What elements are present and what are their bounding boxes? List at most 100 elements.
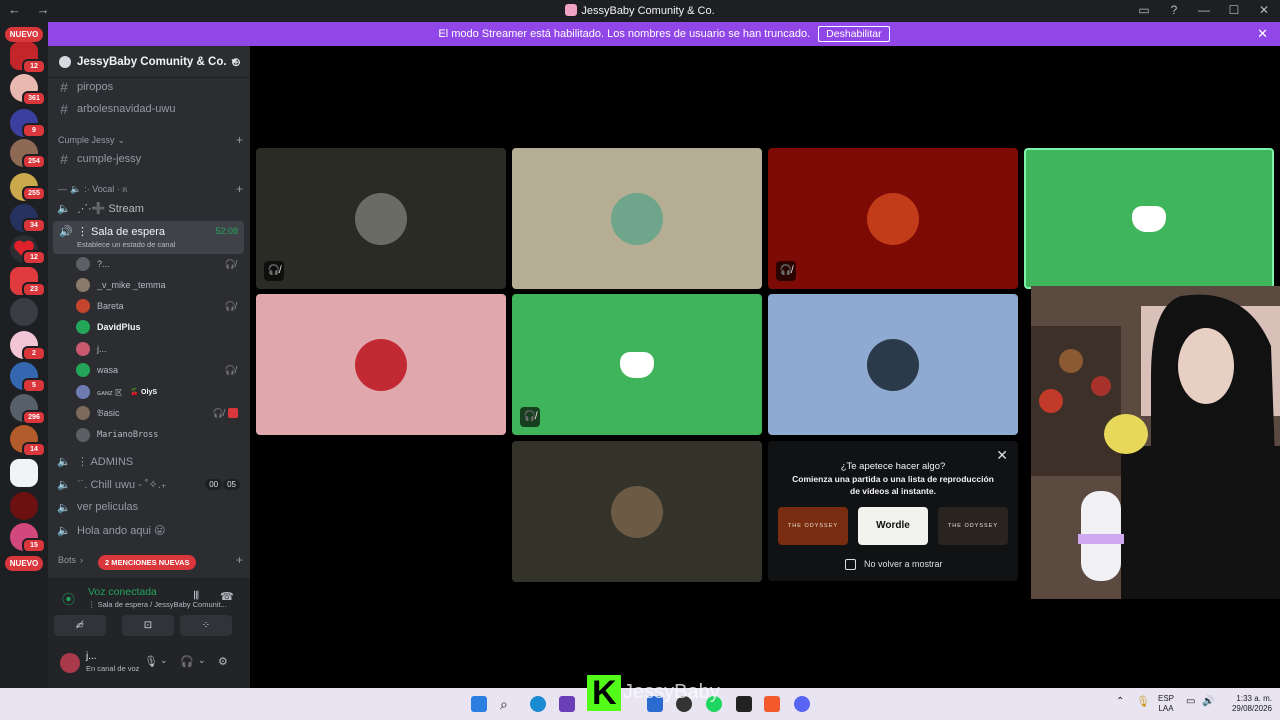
voice-member[interactable]: ɢᴀɴᴢ 区 🍒 OlyS	[76, 383, 240, 401]
participant-tile[interactable]	[1024, 148, 1274, 289]
channel-piropos[interactable]: # piropos	[56, 77, 244, 97]
voice-member[interactable]: j...	[76, 340, 240, 358]
dont-show-label[interactable]: No volver a mostrar	[864, 559, 943, 569]
category-cumple[interactable]: Cumple Jessy ⌄ +	[58, 133, 243, 147]
channel-arboles[interactable]: # arbolesnavidad-uwu	[56, 99, 244, 119]
maximize-button[interactable]: ☐	[1226, 3, 1242, 17]
server-icon[interactable]	[10, 298, 38, 326]
voice-channel-path[interactable]: ⋮ Sala de espera / JessyBaby Comunit...	[88, 600, 227, 609]
activity-question: ¿Te apetece hacer algo?	[840, 461, 946, 472]
activities-button[interactable]: ⁘	[180, 615, 232, 636]
voice-member[interactable]: 𝔅asic 🎧̸	[76, 404, 240, 422]
participant-tile[interactable]: 🎧̸	[512, 294, 762, 435]
microphone-tray-icon[interactable]: 🎙	[1136, 697, 1150, 708]
category-label: Bots	[58, 555, 77, 565]
unread-badge: 296	[22, 410, 46, 425]
new-badge[interactable]: NUEVO	[5, 556, 43, 571]
signal-icon[interactable]: ⦿	[62, 589, 75, 608]
clock[interactable]: 1:33 a. m. 29/08/2026	[1222, 694, 1272, 714]
participant-tile[interactable]	[512, 441, 762, 582]
voice-member[interactable]: DavidPlus	[76, 318, 240, 336]
activity-description: Comienza una partida o una lista de repr…	[792, 474, 994, 484]
unread-badge: 2	[22, 346, 46, 361]
activity-card-odyssey-2[interactable]: THE ODYSSEY	[938, 507, 1008, 545]
channel-peliculas[interactable]: 🔈 ver peliculas	[56, 497, 244, 517]
epic-icon[interactable]	[736, 696, 752, 712]
server-icon[interactable]	[10, 492, 38, 520]
minimize-button[interactable]: —	[1196, 3, 1212, 17]
server-icon[interactable]	[10, 459, 38, 487]
voice-member[interactable]: MarianoBross	[76, 426, 240, 444]
channel-status[interactable]: Establece un estado de canal	[77, 240, 175, 249]
channel-admins[interactable]: 🔈 ⋮ ADMINS	[56, 451, 244, 471]
help-icon[interactable]: ?	[1166, 3, 1182, 17]
category-vocal[interactable]: — 🔈:· Vocal · ೫ +	[58, 182, 243, 196]
network-icon[interactable]: ▭	[1186, 697, 1195, 707]
avatar	[76, 257, 90, 271]
webcam-feed	[1031, 286, 1280, 599]
language-indicator[interactable]: ESP LAA	[1158, 694, 1174, 714]
server-header[interactable]: JessyBaby Comunity & Co. ▾ ⊕	[48, 46, 250, 78]
inbox-icon[interactable]: ▭	[1136, 3, 1152, 17]
participant-tile[interactable]: 🎧̸	[256, 148, 506, 289]
camera-button[interactable]: ▱̸	[54, 615, 106, 636]
user-name[interactable]: j...	[86, 651, 97, 662]
channel-chill[interactable]: 🔈 ʿ˙. Chill uwu - ˚✧.₊ 00 05	[56, 474, 244, 494]
add-channel-icon[interactable]: +	[236, 553, 243, 567]
voice-member[interactable]: Bareta 🎧̸	[76, 297, 240, 315]
chevron-down-icon: ⌄	[117, 134, 126, 145]
dont-show-checkbox[interactable]	[845, 559, 856, 570]
activity-card-odyssey[interactable]: THE ODYSSEY	[778, 507, 848, 545]
settings-icon[interactable]: ⚙	[218, 655, 228, 668]
channel-label: arbolesnavidad-uwu	[77, 103, 176, 115]
speaker-icon: 🔈	[57, 524, 71, 537]
hash-icon: #	[60, 79, 68, 95]
participant-tile[interactable]	[256, 294, 506, 435]
channel-hola[interactable]: 🔈 Hola ando aqui 😛	[56, 520, 244, 540]
participant-tile[interactable]: 🎧̸	[768, 148, 1018, 289]
activity-description: de vídeos al instante.	[850, 486, 936, 496]
voice-member[interactable]: ?... 🎧̸	[76, 255, 240, 273]
brave-icon[interactable]	[764, 696, 780, 712]
app-icon[interactable]	[559, 696, 575, 712]
lang-code: ESP	[1158, 694, 1175, 703]
participant-tile[interactable]	[768, 294, 1018, 435]
voice-member[interactable]: wasa 🎧̸	[76, 361, 240, 379]
close-button[interactable]: ✕	[1256, 3, 1272, 17]
speaker-icon: 🔈	[57, 501, 71, 514]
voice-connected-label[interactable]: Voz conectada	[88, 586, 157, 598]
disconnect-icon[interactable]: ☎	[220, 590, 234, 603]
discord-taskbar-icon[interactable]	[794, 696, 810, 712]
window-controls: ▭ ? — ☐ ✕	[1136, 3, 1272, 17]
disable-button[interactable]: Deshabilitar	[818, 26, 890, 42]
avatar	[355, 338, 407, 391]
title-bar: ← → JessyBaby Comunity & Co. ▭ ? — ☐ ✕	[0, 0, 1280, 22]
screen-share-button[interactable]: ⊡	[122, 615, 174, 636]
member-name: 𝔅asic	[97, 407, 120, 418]
activity-card-wordle[interactable]: Wordle	[858, 507, 928, 545]
invite-icon[interactable]: ⊕	[231, 55, 241, 69]
channel-sala-de-espera[interactable]: 🔊 ⋮ Sala de espera 52:08 Establece un es…	[53, 221, 244, 254]
new-mentions-pill[interactable]: 2 MENCIONES NUEVAS	[98, 555, 197, 570]
headphones-icon[interactable]: 🎧	[180, 655, 194, 668]
tray-chevron-icon[interactable]: ⌃	[1116, 697, 1124, 707]
channel-cumple-jessy[interactable]: # cumple-jessy	[56, 149, 244, 169]
voice-member[interactable]: _v_mike _temma	[76, 276, 240, 294]
search-icon[interactable]: ⌕	[500, 696, 516, 712]
add-channel-icon[interactable]: +	[236, 133, 243, 147]
edge-icon[interactable]	[530, 696, 546, 712]
add-channel-icon[interactable]: +	[236, 182, 243, 196]
lang-layout: LAA	[1158, 704, 1174, 713]
volume-icon[interactable]: 🔊	[1202, 697, 1214, 707]
chevron-down-icon[interactable]: ⌄	[160, 655, 168, 666]
participant-tile[interactable]	[512, 148, 762, 289]
avatar[interactable]	[60, 653, 80, 673]
chevron-down-icon[interactable]: ⌄	[198, 655, 206, 666]
noise-suppression-icon[interactable]: 𝄃𝄃	[194, 590, 199, 603]
channel-stream[interactable]: 🔈 ⋰·➕ Stream	[56, 198, 244, 218]
new-badge[interactable]: NUEVO	[5, 27, 43, 42]
start-icon[interactable]	[471, 696, 487, 712]
banner-close-icon[interactable]: ✕	[1257, 26, 1268, 42]
microphone-icon[interactable]: 🎙	[144, 655, 158, 668]
activity-suggestion: ✕ ¿Te apetece hacer algo? Comienza una p…	[768, 441, 1018, 581]
